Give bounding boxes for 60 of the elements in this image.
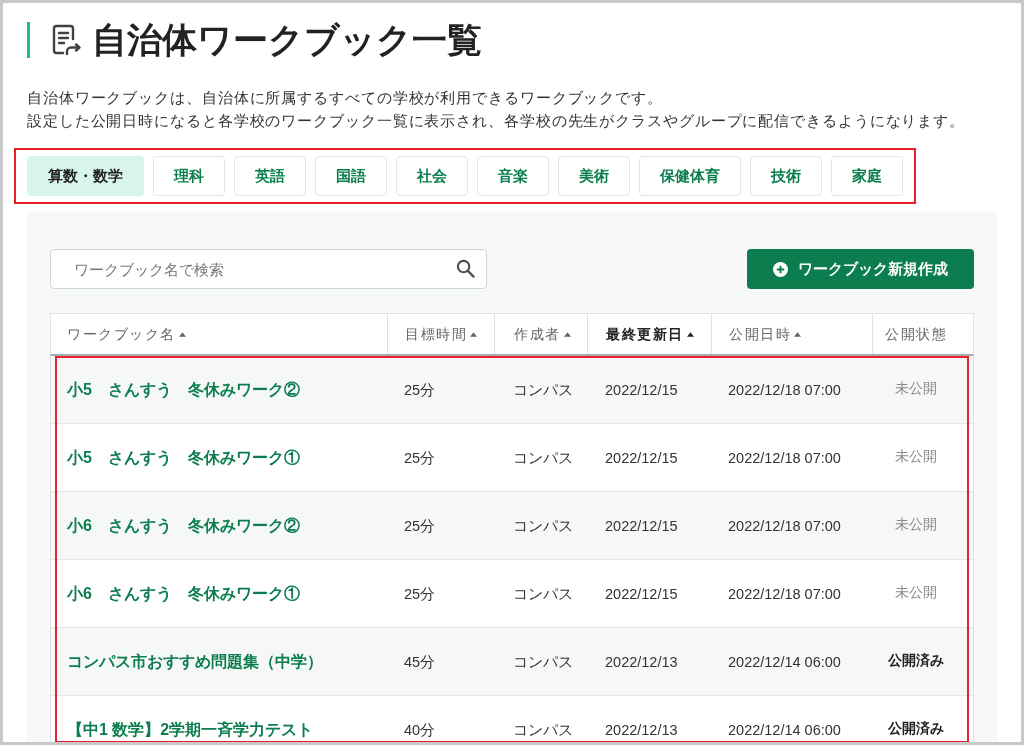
subject-tab[interactable]: 美術 bbox=[558, 156, 630, 196]
search-icon bbox=[456, 259, 475, 278]
description-text: 設定した公開日時になると各学校のワークブック一覧に表示され、各学校の先生がクラスやグループに配信できるようになります。 bbox=[27, 111, 966, 131]
status-text: 未公開 bbox=[894, 516, 937, 535]
workbook-link[interactable]: 【中1 数学】2学期一斉学力テスト bbox=[67, 720, 314, 738]
column-header[interactable]: 目標時間 bbox=[387, 314, 494, 354]
target-time-text: 25分 bbox=[404, 381, 436, 398]
target-time-text: 40分 bbox=[404, 721, 436, 738]
target-time-text: 25分 bbox=[404, 517, 436, 534]
column-header[interactable]: 最終更新日 bbox=[587, 314, 711, 354]
publish-datetime-text: 2022/12/18 07:00 bbox=[728, 381, 841, 398]
subject-tab[interactable]: 国語 bbox=[315, 156, 387, 196]
author-text: コンパス bbox=[513, 449, 573, 466]
column-header[interactable]: 作成者 bbox=[494, 314, 587, 354]
author-text: コンパス bbox=[513, 653, 573, 670]
publish-datetime-text: 2022/12/18 07:00 bbox=[728, 585, 841, 602]
subject-tab[interactable]: 保健体育 bbox=[639, 156, 741, 196]
status-text: 公開済み bbox=[887, 720, 944, 739]
column-header: 公開状態 bbox=[872, 314, 973, 354]
subject-tab[interactable]: 社会 bbox=[396, 156, 468, 196]
updated-date-text: 2022/12/15 bbox=[605, 449, 678, 466]
document-arrow-icon bbox=[50, 24, 82, 56]
workbook-link[interactable]: 小6 さんすう 冬休みワーク② bbox=[67, 516, 300, 534]
updated-date-text: 2022/12/13 bbox=[605, 653, 678, 670]
author-text: コンパス bbox=[513, 381, 573, 398]
status-text: 未公開 bbox=[894, 584, 937, 603]
updated-date-text: 2022/12/15 bbox=[605, 585, 678, 602]
description-text: 自治体ワークブックは、自治体に所属するすべての学校が利用できるワークブックです。 bbox=[27, 88, 663, 108]
status-text: 公開済み bbox=[887, 652, 944, 671]
subject-tab[interactable]: 家庭 bbox=[831, 156, 903, 196]
search-field[interactable]: ワークブック名で検索 bbox=[50, 249, 487, 289]
author-text: コンパス bbox=[513, 517, 573, 534]
updated-date-text: 2022/12/15 bbox=[605, 517, 678, 534]
plus-circle-icon bbox=[773, 261, 788, 277]
subject-tab[interactable]: 理科 bbox=[153, 156, 225, 196]
target-time-text: 45分 bbox=[404, 653, 436, 670]
workbook-link[interactable]: 小5 さんすう 冬休みワーク② bbox=[67, 380, 300, 398]
publish-datetime-text: 2022/12/14 06:00 bbox=[728, 653, 841, 670]
column-header[interactable]: ワークブック名 bbox=[51, 314, 387, 354]
publish-datetime-text: 2022/12/18 07:00 bbox=[728, 517, 841, 534]
publish-datetime-text: 2022/12/14 06:00 bbox=[728, 721, 841, 738]
updated-date-text: 2022/12/15 bbox=[605, 381, 678, 398]
column-header[interactable]: 公開日時 bbox=[711, 314, 872, 354]
subject-tab[interactable]: 技術 bbox=[750, 156, 822, 196]
page-title: 自治体ワークブック一覧 bbox=[92, 20, 482, 60]
create-workbook-button[interactable]: ワークブック新規作成 bbox=[747, 249, 974, 289]
workbook-link[interactable]: コンパス市おすすめ問題集（中学） bbox=[67, 652, 323, 670]
subject-tab[interactable]: 算数・数学 bbox=[27, 156, 144, 196]
status-text: 未公開 bbox=[894, 380, 937, 399]
workbook-link[interactable]: 小6 さんすう 冬休みワーク① bbox=[67, 584, 300, 602]
status-text: 未公開 bbox=[894, 448, 937, 467]
subject-tab[interactable]: 音楽 bbox=[477, 156, 549, 196]
publish-datetime-text: 2022/12/18 07:00 bbox=[728, 449, 841, 466]
author-text: コンパス bbox=[513, 721, 573, 738]
target-time-text: 25分 bbox=[404, 585, 436, 602]
subject-tab[interactable]: 英語 bbox=[234, 156, 306, 196]
target-time-text: 25分 bbox=[404, 449, 436, 466]
author-text: コンパス bbox=[513, 585, 573, 602]
updated-date-text: 2022/12/13 bbox=[605, 721, 678, 738]
workbook-link[interactable]: 小5 さんすう 冬休みワーク① bbox=[67, 448, 300, 466]
